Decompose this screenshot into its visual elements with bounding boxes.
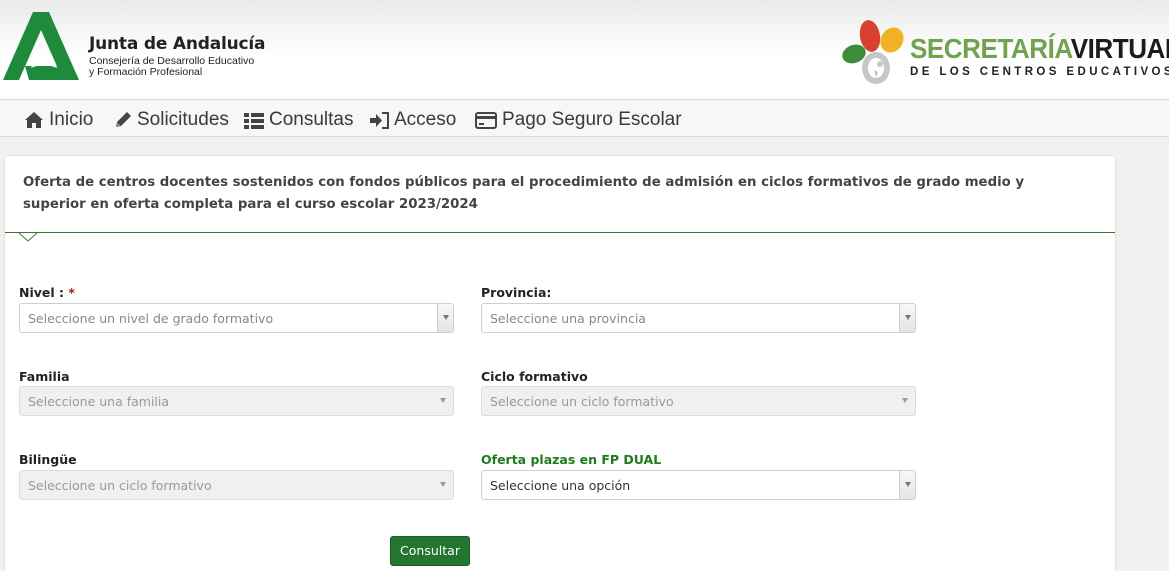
nav-item-acceso[interactable]: Acceso xyxy=(370,109,456,131)
credit-card-icon xyxy=(475,111,497,129)
org-title: Junta de Andalucía xyxy=(89,34,266,54)
org-name-block: Junta de Andalucía Consejería de Desarro… xyxy=(89,34,265,78)
nav-label: Consultas xyxy=(269,109,354,130)
nivel-select[interactable]: Seleccione un nivel de grado formativo xyxy=(19,303,454,333)
sign-in-icon xyxy=(370,111,389,129)
nav-label: Pago Seguro Escolar xyxy=(502,109,682,130)
sv-title-part1: SECRETARÍA xyxy=(910,33,1071,64)
ciclo-select-value: Seleccione un ciclo formativo xyxy=(490,394,674,409)
dropdown-button[interactable] xyxy=(899,304,915,332)
consultar-button[interactable]: Consultar xyxy=(390,536,470,566)
nav-label: Inicio xyxy=(49,109,94,130)
chevron-down-icon xyxy=(443,315,449,320)
nav-item-inicio[interactable]: Inicio xyxy=(24,109,93,131)
familia-select[interactable]: Seleccione una familia xyxy=(19,386,454,416)
sv-subtitle: DE LOS CENTROS EDUCATIVOS xyxy=(910,66,1169,78)
dual-select[interactable]: Seleccione una opción xyxy=(481,470,916,500)
nivel-select-value: Seleccione un nivel de grado formativo xyxy=(28,311,274,326)
home-icon xyxy=(25,112,43,128)
dual-label: Oferta plazas en FP DUAL xyxy=(481,452,662,467)
familia-label: Familia xyxy=(19,369,70,384)
sv-title-part2: VIRTUAL xyxy=(1070,33,1169,64)
chevron-down-icon xyxy=(902,398,908,403)
org-subtitle-2: y Formación Profesional xyxy=(89,66,203,78)
junta-andalucia-logo[interactable] xyxy=(3,10,79,82)
site-header: Junta de Andalucía Consejería de Desarro… xyxy=(0,0,1169,100)
page-title: Oferta de centros docentes sostenidos co… xyxy=(23,175,1025,212)
chevron-down-icon xyxy=(905,482,911,487)
bilingue-label: Bilingüe xyxy=(19,452,77,467)
main-nav: Inicio Solicitudes Consultas Acceso Pago… xyxy=(0,101,1169,137)
provincia-select[interactable]: Seleccione una provincia xyxy=(481,303,916,333)
provincia-select-value: Seleccione una provincia xyxy=(490,311,646,326)
familia-select-value: Seleccione una familia xyxy=(28,394,170,409)
nav-label: Acceso xyxy=(394,109,457,130)
provincia-label: Provincia: xyxy=(481,285,552,300)
secretaria-virtual-logo[interactable] xyxy=(840,18,912,90)
bilingue-select-value: Seleccione un ciclo formativo xyxy=(28,478,212,493)
search-panel: Oferta de centros docentes sostenidos co… xyxy=(4,155,1116,571)
header-caret-icon xyxy=(19,233,37,242)
pencil-icon xyxy=(116,112,131,127)
dual-select-value: Seleccione una opción xyxy=(490,478,631,493)
chevron-down-icon xyxy=(905,315,911,320)
ciclo-select[interactable]: Seleccione un ciclo formativo xyxy=(481,386,916,416)
dropdown-button[interactable] xyxy=(899,471,915,499)
nav-item-consultas[interactable]: Consultas xyxy=(244,109,354,131)
required-marker: * xyxy=(68,285,75,300)
dropdown-button[interactable] xyxy=(437,304,453,332)
chevron-down-icon xyxy=(440,398,446,403)
panel-header: Oferta de centros docentes sostenidos co… xyxy=(5,156,1115,233)
chevron-down-icon xyxy=(440,482,446,487)
secretaria-virtual-wordmark: SECRETARÍAVIRTUAL DE LOS CENTROS EDUCATI… xyxy=(910,33,1169,79)
nav-item-pago-seguro[interactable]: Pago Seguro Escolar xyxy=(475,109,682,131)
ciclo-label: Ciclo formativo xyxy=(481,369,588,384)
nivel-label: Nivel : * xyxy=(19,285,75,300)
nav-label: Solicitudes xyxy=(137,109,229,130)
list-icon xyxy=(244,112,264,129)
nav-item-solicitudes[interactable]: Solicitudes xyxy=(114,109,229,131)
bilingue-select[interactable]: Seleccione un ciclo formativo xyxy=(19,470,454,500)
